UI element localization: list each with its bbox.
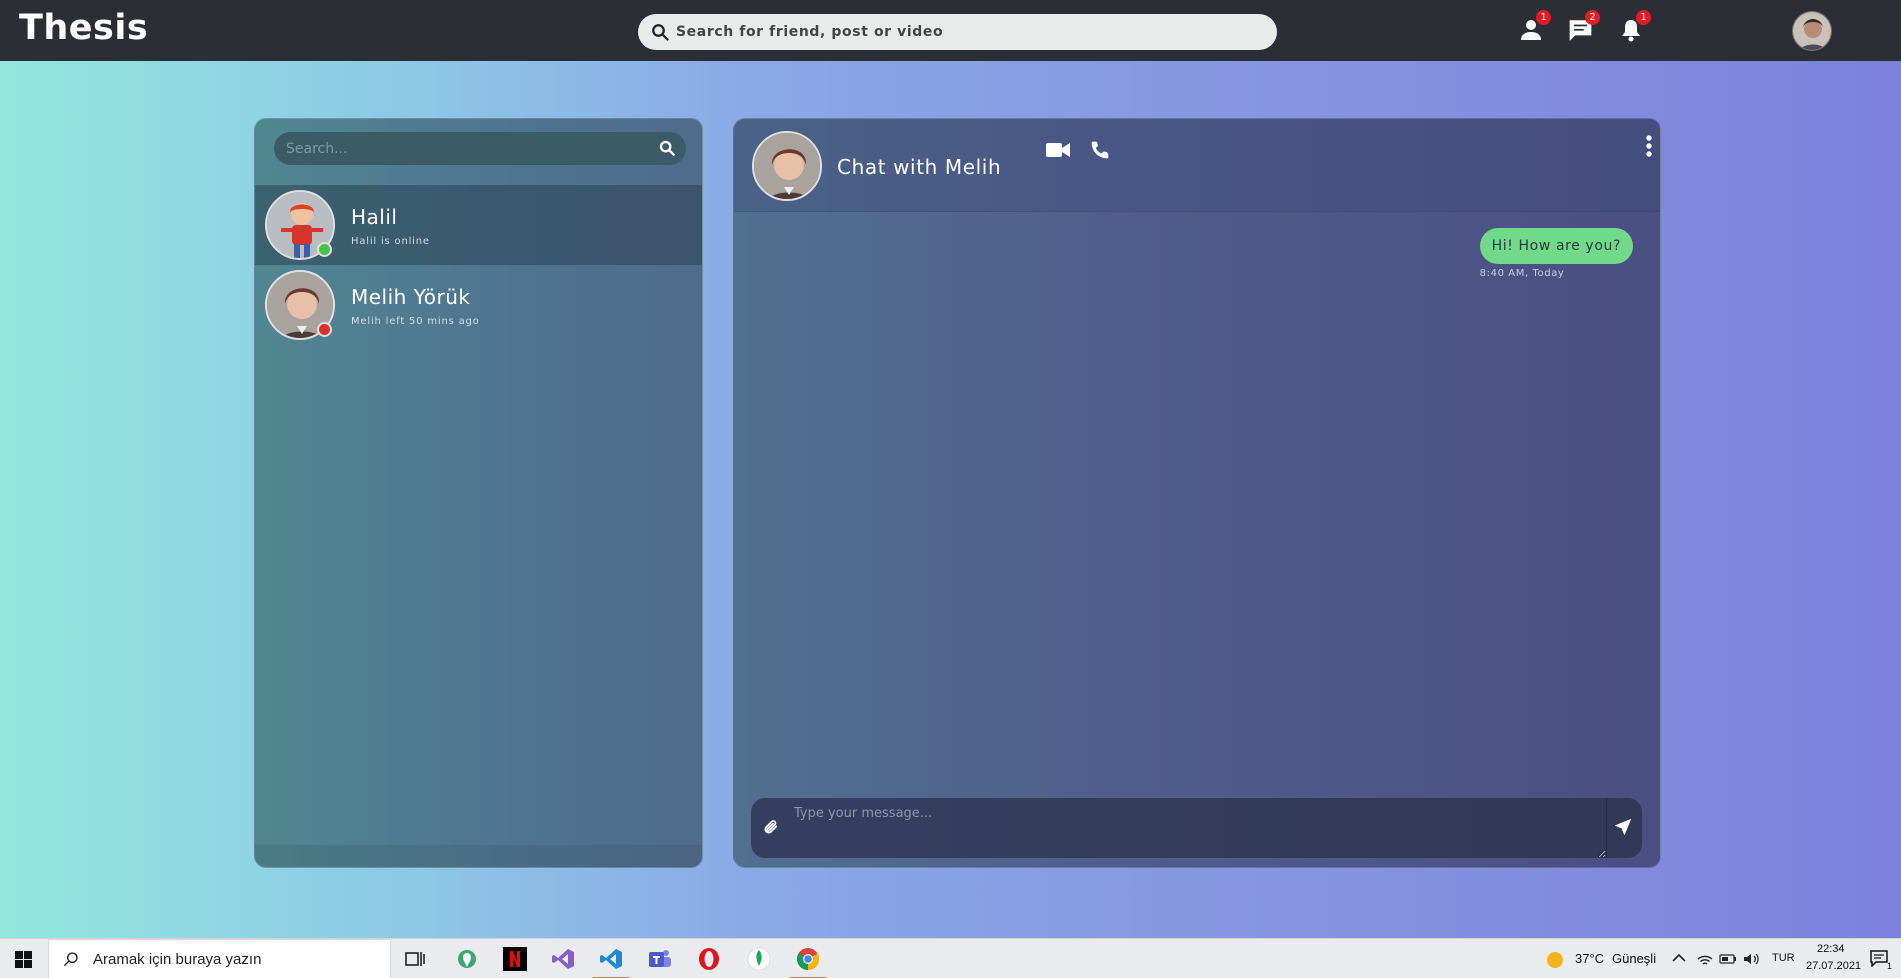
teams-icon (649, 950, 671, 967)
message-time: 8:40 AM, Today (1479, 268, 1565, 279)
contact-status: Melih left 50 mins ago (351, 316, 480, 327)
windows-taskbar: Aramak için buraya yazın 37°C Güneşli TU… (0, 938, 1901, 978)
notifications-button[interactable]: 1 (1617, 10, 1651, 44)
global-search-bar[interactable] (638, 14, 1277, 50)
message-composer (751, 798, 1642, 858)
weather-condition[interactable]: Güneşli (1612, 951, 1656, 966)
notification-count: 1 (1886, 961, 1892, 971)
input-language[interactable]: TUR (1772, 952, 1795, 964)
opera-icon (699, 948, 719, 970)
weather-sun-icon[interactable] (1546, 951, 1564, 969)
mongodb-icon (747, 947, 771, 971)
chat-avatar (752, 131, 822, 201)
chat-title: Chat with Melih (837, 155, 1002, 179)
windows-logo-icon (15, 950, 32, 968)
contact-item-melih[interactable]: Melih Yörük Melih left 50 mins ago (255, 265, 702, 345)
clock-time[interactable]: 22:34 (1817, 943, 1845, 955)
speaker-icon[interactable] (1743, 951, 1761, 967)
contacts-search-input[interactable] (286, 140, 646, 157)
search-icon (63, 952, 78, 967)
contact-item-halil[interactable]: Halil Halil is online (255, 185, 702, 265)
friend-requests-button[interactable]: 1 (1517, 10, 1551, 44)
task-view-icon (405, 952, 425, 966)
video-call-icon[interactable] (1046, 141, 1070, 159)
brand-logo[interactable]: Thesis (19, 8, 148, 48)
contacts-footer (255, 845, 702, 867)
chevron-up-icon[interactable] (1672, 953, 1686, 963)
maps-app-icon (458, 950, 476, 968)
notification-center-button[interactable]: 1 (1870, 949, 1892, 971)
chrome-icon (797, 948, 819, 970)
message-bubble: Hi! How are you? (1479, 228, 1633, 264)
more-options-icon[interactable] (1646, 135, 1652, 157)
notification-icon (1870, 950, 1888, 968)
friend-requests-badge: 1 (1536, 10, 1551, 25)
chat-header: Chat with Melih (734, 119, 1660, 212)
phone-call-icon[interactable] (1090, 140, 1110, 160)
messages-button[interactable]: 2 (1566, 10, 1600, 44)
task-view-button[interactable] (391, 939, 439, 978)
profile-avatar[interactable] (1792, 11, 1832, 51)
clock-date[interactable]: 27.07.2021 (1806, 960, 1861, 972)
visual-studio-icon (552, 949, 574, 969)
weather-temperature[interactable]: 37°C (1575, 951, 1604, 966)
vscode-icon (600, 949, 622, 969)
contacts-panel: Halil Halil is online Melih Yörük Melih … (254, 118, 703, 868)
search-icon[interactable] (659, 140, 675, 156)
online-status-dot (317, 242, 332, 257)
message-input[interactable] (792, 798, 1607, 858)
netflix-icon (503, 947, 527, 971)
windows-search-box[interactable]: Aramak için buraya yazın (48, 939, 391, 978)
taskbar-app-opera[interactable] (685, 939, 733, 978)
top-navbar: Thesis 1 2 1 (0, 0, 1901, 61)
battery-icon[interactable] (1719, 951, 1737, 967)
global-search-input[interactable] (676, 24, 1236, 40)
contact-status: Halil is online (351, 236, 430, 247)
messages-badge: 2 (1585, 10, 1600, 25)
taskbar-app-vscode[interactable] (587, 939, 635, 978)
taskbar-app-maps[interactable] (443, 939, 491, 978)
contact-name: Halil (351, 205, 398, 229)
taskbar-app-netflix[interactable] (491, 939, 539, 978)
contacts-search-bar[interactable] (274, 132, 686, 165)
start-button[interactable] (0, 939, 47, 978)
page-background: Halil Halil is online Melih Yörük Melih … (0, 61, 1901, 938)
search-icon (652, 24, 669, 41)
notifications-badge: 1 (1636, 10, 1651, 25)
taskbar-app-mongodb[interactable] (735, 939, 783, 978)
contact-name: Melih Yörük (351, 285, 471, 309)
wifi-icon[interactable] (1697, 951, 1713, 967)
chat-panel: Chat with Melih Hi! How are you? 8:40 AM… (733, 118, 1661, 868)
taskbar-app-chrome[interactable] (784, 939, 832, 978)
offline-status-dot (317, 322, 332, 337)
windows-search-text: Aramak için buraya yazın (93, 950, 262, 968)
taskbar-app-visual-studio[interactable] (539, 939, 587, 978)
taskbar-app-teams[interactable] (636, 939, 684, 978)
chat-message: Hi! How are you? 8:40 AM, Today (1479, 228, 1633, 279)
paperclip-icon[interactable] (763, 819, 779, 835)
send-icon[interactable] (1614, 818, 1632, 836)
